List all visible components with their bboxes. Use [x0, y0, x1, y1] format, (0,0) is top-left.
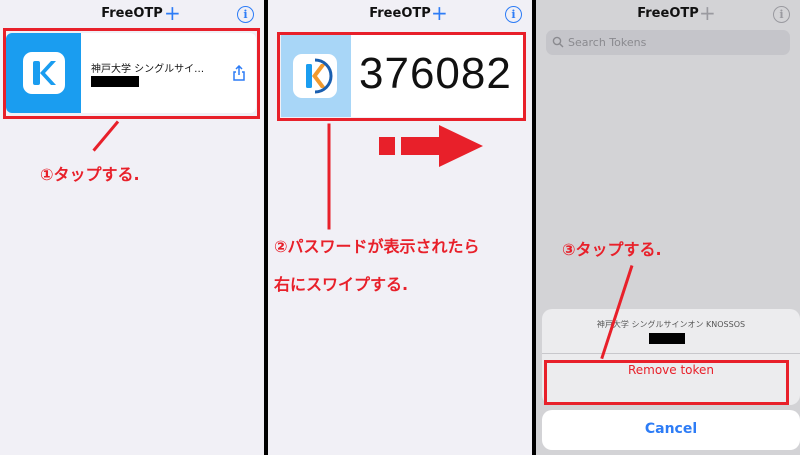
search-bar[interactable]: Search Tokens: [546, 30, 790, 55]
search-icon: [552, 36, 564, 48]
pointer-line: [92, 120, 120, 152]
info-icon[interactable]: i: [237, 6, 254, 23]
highlight-box: [544, 360, 789, 405]
search-input[interactable]: Search Tokens: [568, 36, 646, 49]
navbar: FreeOTP + i: [0, 0, 264, 28]
panel-token-list: FreeOTP + i 神戸大学 シングルサイ… ①タップする.: [0, 0, 264, 455]
cancel-button-container: Cancel: [542, 410, 800, 450]
panel-token-code: FreeOTP + i 376082 ②パスワードが表示されたら 右にスワイプす…: [268, 0, 532, 455]
divider: [542, 353, 800, 354]
step-note-2-line1: ②パスワードが表示されたら: [274, 237, 480, 256]
add-token-icon[interactable]: +: [164, 3, 181, 23]
step-note-1: ①タップする.: [40, 165, 140, 184]
highlight-box: [277, 32, 526, 121]
panel-action-sheet: FreeOTP + i Search Tokens 神戸大学 シングルサインオン…: [536, 0, 800, 455]
info-icon[interactable]: i: [773, 6, 790, 23]
pointer-line: [327, 123, 331, 230]
step-note-3: ③タップする.: [562, 240, 662, 259]
cancel-button[interactable]: Cancel: [542, 421, 800, 437]
add-token-icon[interactable]: +: [699, 3, 716, 23]
app-title: FreeOTP: [637, 6, 699, 21]
info-icon[interactable]: i: [505, 6, 522, 23]
app-title: FreeOTP: [101, 6, 163, 21]
sheet-title: 神戸大学 シングルサインオン KNOSSOS: [596, 320, 746, 329]
step-note-2-line2: 右にスワイプする.: [274, 275, 409, 294]
redacted-account: [649, 333, 685, 344]
app-title: FreeOTP: [369, 6, 431, 21]
highlight-box: [3, 28, 260, 119]
navbar: FreeOTP + i: [268, 0, 532, 28]
navbar: FreeOTP + i: [536, 0, 800, 28]
swipe-right-arrow-icon: [379, 125, 483, 167]
add-token-icon[interactable]: +: [431, 3, 448, 23]
